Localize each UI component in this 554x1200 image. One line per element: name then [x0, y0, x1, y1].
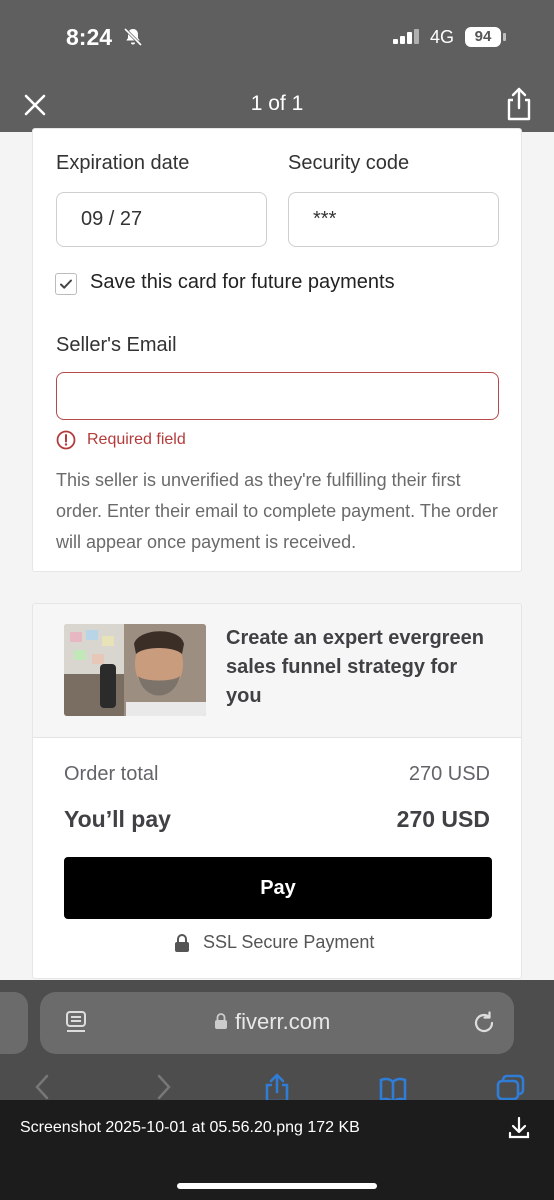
tabs-icon[interactable]: [495, 1072, 525, 1102]
error-message: Required field: [87, 431, 186, 448]
checkout-page: Expiration date Security code 09 / 27 **…: [0, 128, 554, 980]
home-indicator[interactable]: [177, 1183, 377, 1189]
order-total-value: 270 USD: [408, 763, 490, 785]
payment-card-form: Expiration date Security code 09 / 27 **…: [32, 128, 522, 572]
error-icon: [56, 430, 76, 450]
unverified-seller-note: This seller is unverified as they're ful…: [56, 470, 498, 552]
order-total-label: Order total: [64, 763, 159, 785]
gig-thumbnail: [64, 624, 206, 716]
checkmark-icon: [60, 279, 72, 289]
battery-nub: [503, 33, 506, 41]
page-menu-icon[interactable]: [64, 1010, 88, 1036]
share-toolbar-icon[interactable]: [262, 1072, 292, 1102]
viewer-title: 1 of 1: [250, 92, 304, 115]
download-icon[interactable]: [508, 1116, 530, 1140]
status-time: 8:24: [66, 24, 113, 50]
browser-toolbar: fiverr.com: [0, 980, 554, 1102]
seller-email-field[interactable]: [56, 372, 499, 420]
bookmarks-icon[interactable]: [378, 1072, 408, 1102]
expiration-field[interactable]: 09 / 27: [56, 192, 267, 247]
url-text[interactable]: fiverr.com: [235, 1009, 330, 1035]
screen: 8:24 4G 94 1 of 1 Expiration date Securi…: [0, 0, 554, 1200]
gig-title[interactable]: Create an expert evergreen sales funnel …: [226, 624, 496, 711]
save-card-label: Save this card for future payments: [90, 271, 395, 293]
url-lock-icon: [215, 1013, 227, 1029]
share-icon[interactable]: [504, 86, 534, 122]
security-code-label: Security code: [288, 152, 410, 174]
expiration-label: Expiration date: [56, 152, 190, 174]
forward-icon[interactable]: [148, 1072, 178, 1102]
signal-icon: [393, 29, 419, 44]
back-icon[interactable]: [28, 1072, 58, 1102]
you-pay-label: You’ll pay: [64, 806, 171, 832]
gig-header: Create an expert evergreen sales funnel …: [33, 604, 521, 738]
ssl-secure-label: SSL Secure Payment: [203, 932, 375, 952]
pay-button[interactable]: Pay: [64, 857, 492, 919]
lock-icon: [175, 934, 189, 952]
battery-indicator: 94: [465, 27, 501, 47]
download-bar: Screenshot 2025-10-01 at 05.56.20.png 17…: [0, 1100, 554, 1200]
previous-tab-preview[interactable]: [0, 992, 28, 1054]
network-type: 4G: [430, 27, 455, 47]
silent-bell-icon: [123, 27, 143, 47]
save-card-checkbox[interactable]: [55, 273, 77, 295]
viewer-header: 8:24 4G 94 1 of 1: [0, 0, 554, 132]
seller-email-label: Seller's Email: [56, 334, 177, 356]
download-filename: Screenshot 2025-10-01 at 05.56.20.png 17…: [20, 1119, 360, 1136]
address-bar[interactable]: fiverr.com: [40, 992, 514, 1054]
order-summary-card: Create an expert evergreen sales funnel …: [32, 603, 522, 979]
security-code-field[interactable]: ***: [288, 192, 499, 247]
you-pay-value: 270 USD: [396, 806, 490, 832]
reload-icon[interactable]: [470, 1009, 498, 1037]
